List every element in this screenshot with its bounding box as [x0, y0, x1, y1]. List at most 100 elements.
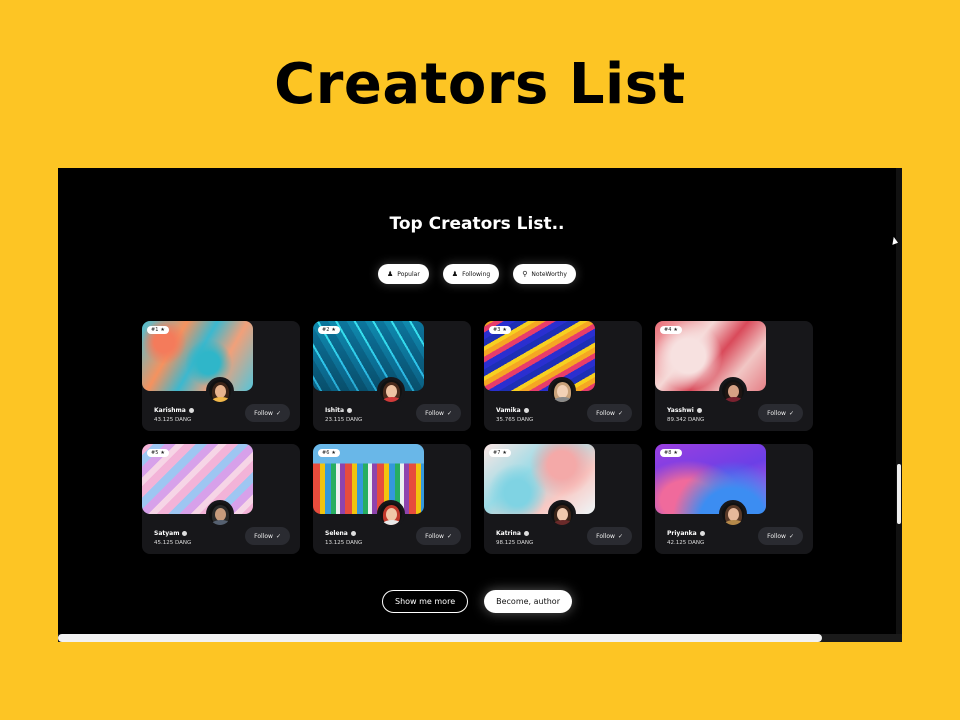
- check-icon: ✓: [275, 409, 281, 417]
- trophy-icon: ★: [160, 450, 165, 456]
- follow-label: Follow: [596, 532, 615, 540]
- avatar[interactable]: [548, 377, 576, 405]
- check-icon: ✓: [617, 409, 623, 417]
- check-icon: ✓: [446, 532, 452, 540]
- rank-text: #5: [151, 450, 159, 456]
- follow-label: Follow: [425, 409, 444, 417]
- follow-button[interactable]: Follow ✓: [758, 527, 803, 545]
- creator-card[interactable]: #6 ★ Selena 13.125 DANG Follow ✓: [313, 444, 471, 554]
- follow-button[interactable]: Follow ✓: [245, 527, 290, 545]
- filter-following-button[interactable]: ♟ Following: [442, 264, 500, 284]
- follow-button[interactable]: Follow ✓: [587, 404, 632, 422]
- horizontal-scrollbar-thumb[interactable]: [58, 634, 822, 642]
- rank-text: #2: [322, 327, 330, 333]
- follow-button[interactable]: Follow ✓: [587, 527, 632, 545]
- pin-icon: ⚲: [522, 270, 528, 278]
- creator-amount: 89.342 DANG: [667, 417, 705, 423]
- avatar[interactable]: [548, 500, 576, 528]
- filter-label: Popular: [397, 270, 420, 278]
- creator-amount: 45.125 DANG: [154, 540, 192, 546]
- creator-card[interactable]: #5 ★ Satyam 45.125 DANG Follow ✓: [142, 444, 300, 554]
- creator-name-text: Karishma: [154, 407, 186, 414]
- check-icon: ✓: [788, 409, 794, 417]
- creator-card[interactable]: #3 ★ Vamika 35.765 DANG Follow ✓: [484, 321, 642, 431]
- trophy-icon: ★: [673, 327, 678, 333]
- check-icon: ✓: [788, 532, 794, 540]
- rank-text: #7: [493, 450, 501, 456]
- rank-text: #4: [664, 327, 672, 333]
- rank-badge: #7 ★: [489, 449, 511, 457]
- creator-name[interactable]: Vamika: [496, 407, 529, 414]
- filter-label: Following: [462, 270, 491, 278]
- creator-name[interactable]: Selena: [325, 530, 356, 537]
- filter-noteworthy-button[interactable]: ⚲ NoteWorthy: [513, 264, 576, 284]
- page-actions: Show me more Become, author: [58, 590, 896, 613]
- follow-label: Follow: [425, 532, 444, 540]
- creator-card[interactable]: #2 ★ Ishita 23.115 DANG Follow ✓: [313, 321, 471, 431]
- creator-amount: 42.125 DANG: [667, 540, 705, 546]
- creators-grid: #1 ★ Karishma 43.125 DANG Follow ✓ #2 ★ Ish…: [142, 321, 814, 554]
- creator-amount: 98.125 DANG: [496, 540, 534, 546]
- rank-text: #1: [151, 327, 159, 333]
- rank-badge: #3 ★: [489, 326, 511, 334]
- avatar[interactable]: [206, 500, 234, 528]
- filter-popular-button[interactable]: ♟ Popular: [378, 264, 429, 284]
- slide-title: Creators List: [274, 52, 686, 117]
- creator-name-text: Vamika: [496, 407, 521, 414]
- rank-badge: #2 ★: [318, 326, 340, 334]
- avatar[interactable]: [206, 377, 234, 405]
- follow-button[interactable]: Follow ✓: [245, 404, 290, 422]
- creator-name[interactable]: Karishma: [154, 407, 194, 414]
- rank-text: #8: [664, 450, 672, 456]
- verified-icon: [350, 531, 356, 536]
- page-heading: Top Creators List..: [389, 214, 565, 234]
- creator-name[interactable]: Priyanka: [667, 530, 705, 537]
- check-icon: ✓: [617, 532, 623, 540]
- rank-badge: #4 ★: [660, 326, 682, 334]
- verified-icon: [523, 531, 529, 536]
- creator-name-text: Selena: [325, 530, 348, 537]
- creator-card[interactable]: #8 ★ Priyanka 42.125 DANG Follow ✓: [655, 444, 813, 554]
- show-more-button[interactable]: Show me more: [382, 590, 469, 613]
- avatar[interactable]: [719, 377, 747, 405]
- creator-card[interactable]: #1 ★ Karishma 43.125 DANG Follow ✓: [142, 321, 300, 431]
- verified-icon: [696, 408, 702, 413]
- avatar[interactable]: [377, 500, 405, 528]
- avatar[interactable]: [719, 500, 747, 528]
- follow-label: Follow: [596, 409, 615, 417]
- avatar[interactable]: [377, 377, 405, 405]
- follow-label: Follow: [254, 532, 273, 540]
- person-icon: ♟: [387, 270, 394, 278]
- creator-card[interactable]: #7 ★ Katrina 98.125 DANG Follow ✓: [484, 444, 642, 554]
- follow-button[interactable]: Follow ✓: [758, 404, 803, 422]
- follow-button[interactable]: Follow ✓: [416, 404, 461, 422]
- creator-name[interactable]: Yasshwi: [667, 407, 702, 414]
- creator-name-text: Priyanka: [667, 530, 697, 537]
- creator-card[interactable]: #4 ★ Yasshwi 89.342 DANG Follow ✓: [655, 321, 813, 431]
- trophy-icon: ★: [502, 450, 507, 456]
- creator-name[interactable]: Satyam: [154, 530, 188, 537]
- creator-name[interactable]: Ishita: [325, 407, 353, 414]
- verified-icon: [347, 408, 353, 413]
- creator-amount: 13.125 DANG: [325, 540, 363, 546]
- browser-viewport: Top Creators List.. ♟ Popular ♟ Followin…: [58, 168, 902, 642]
- vertical-scrollbar-thumb[interactable]: [897, 464, 901, 524]
- follow-label: Follow: [767, 409, 786, 417]
- follow-button[interactable]: Follow ✓: [416, 527, 461, 545]
- rank-badge: #1 ★: [147, 326, 169, 334]
- become-author-button[interactable]: Become, author: [484, 590, 572, 613]
- creator-name-text: Katrina: [496, 530, 521, 537]
- verified-icon: [188, 408, 194, 413]
- rank-text: #3: [493, 327, 501, 333]
- filter-tabs: ♟ Popular ♟ Following ⚲ NoteWorthy: [58, 264, 896, 284]
- check-icon: ✓: [446, 409, 452, 417]
- creator-name-text: Ishita: [325, 407, 345, 414]
- follow-label: Follow: [254, 409, 273, 417]
- creator-name-text: Yasshwi: [667, 407, 694, 414]
- rank-badge: #6 ★: [318, 449, 340, 457]
- creator-amount: 23.115 DANG: [325, 417, 363, 423]
- creator-amount: 43.125 DANG: [154, 417, 192, 423]
- creator-name[interactable]: Katrina: [496, 530, 529, 537]
- check-icon: ✓: [275, 532, 281, 540]
- trophy-icon: ★: [673, 450, 678, 456]
